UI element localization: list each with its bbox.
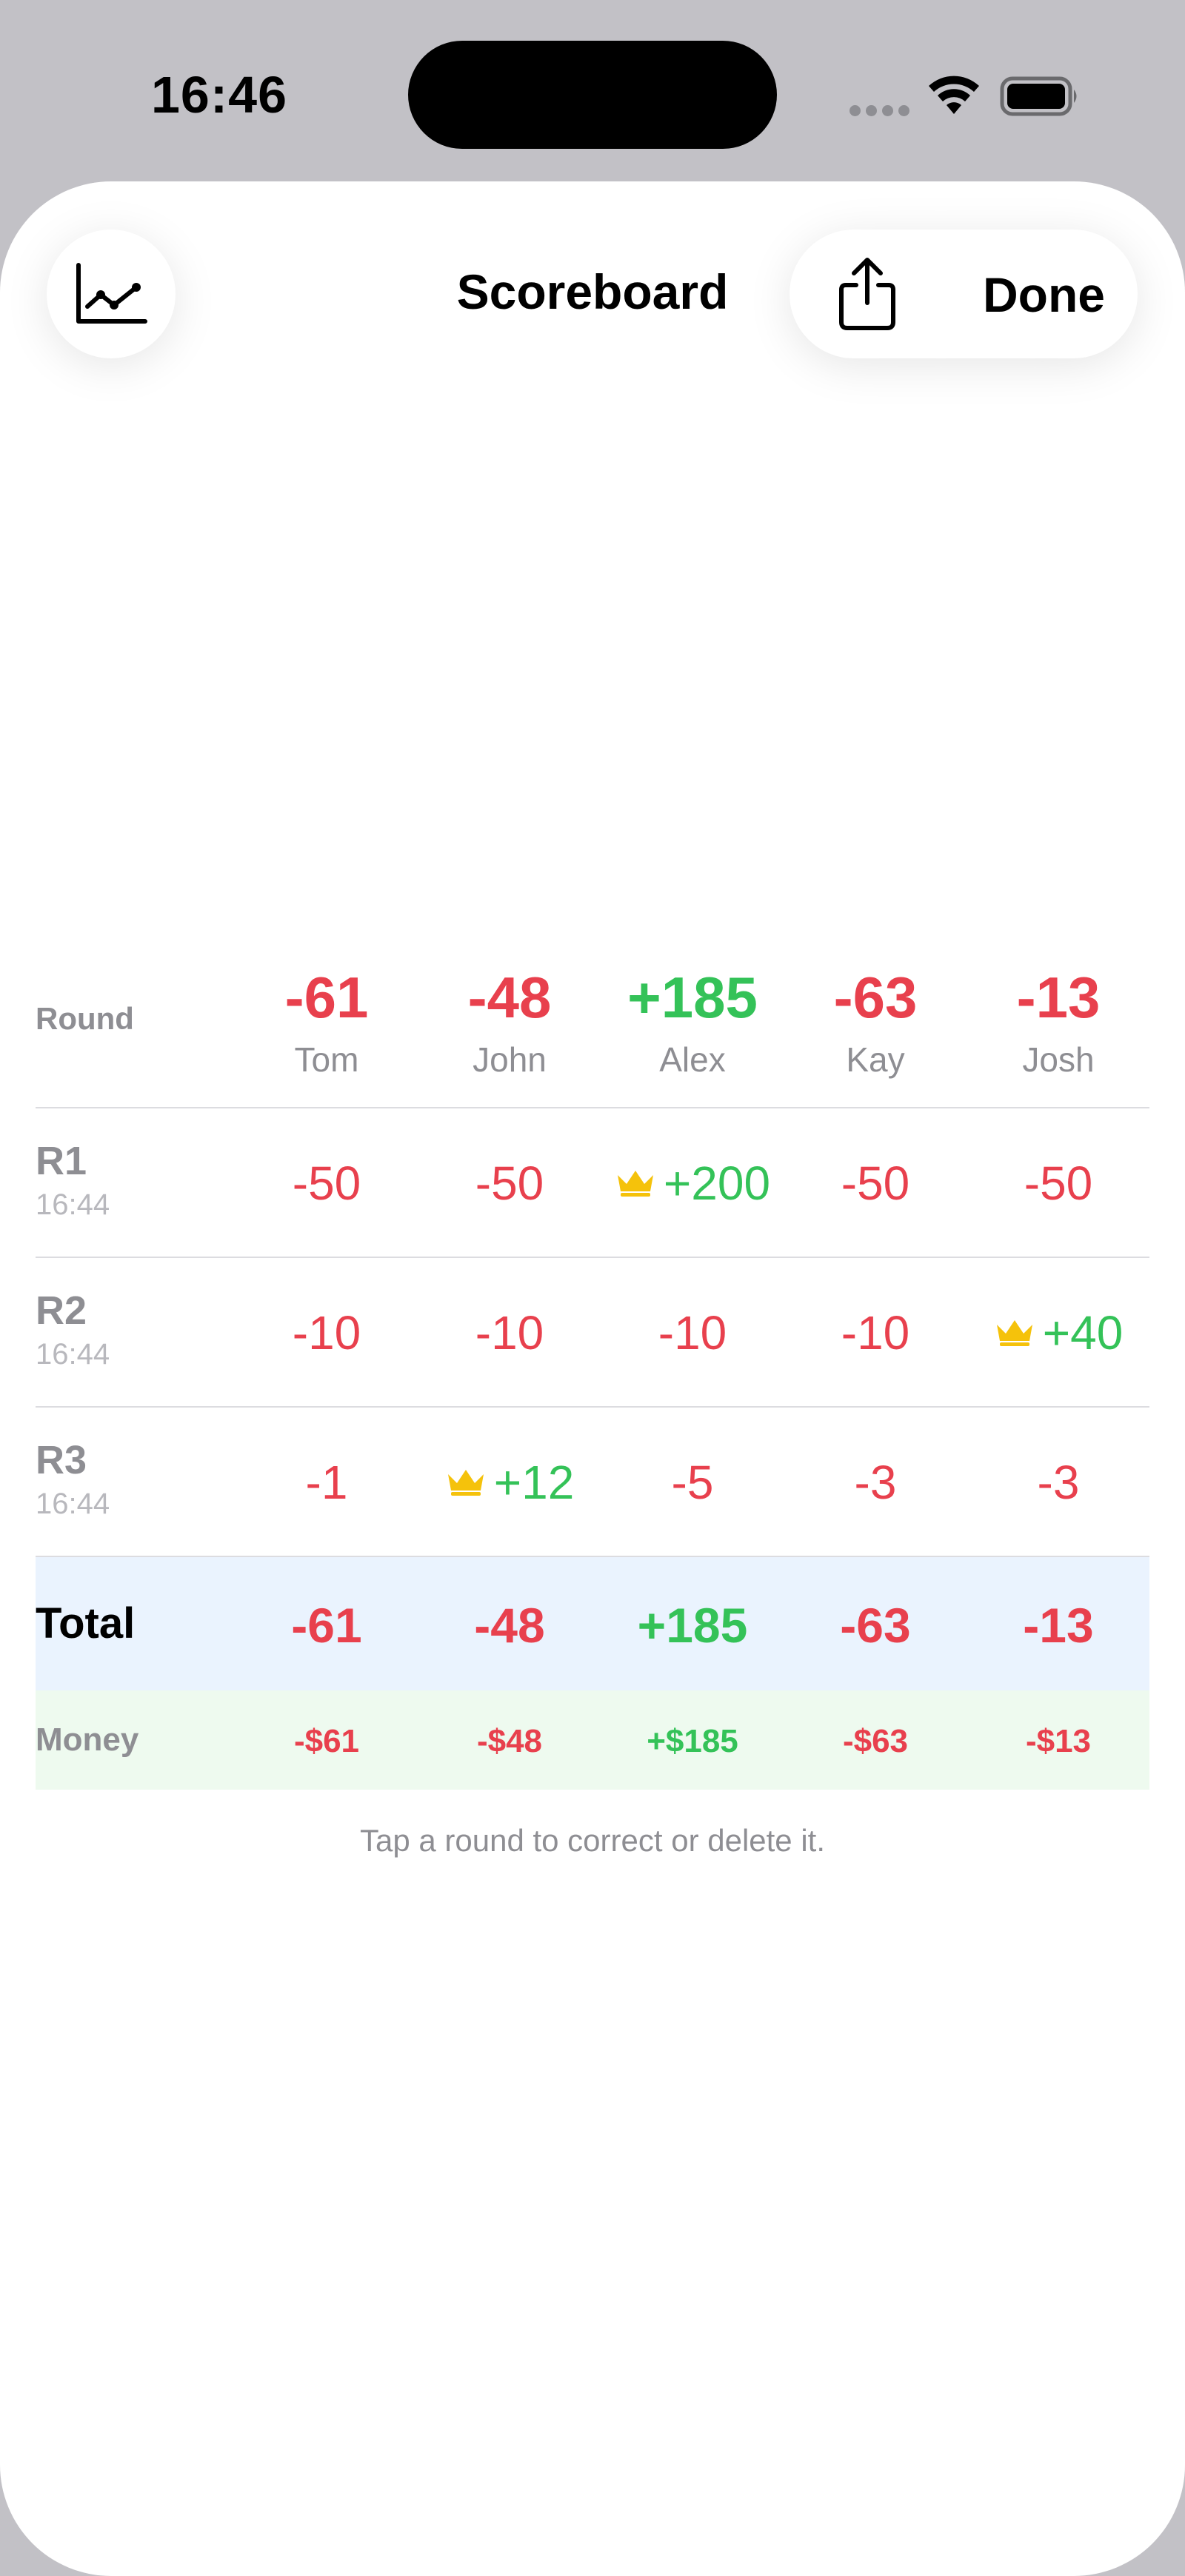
header-row: Round -61 Tom -48 John +185 Alex -63 Kay…: [36, 948, 1149, 1107]
money-value: -$13: [1025, 1723, 1092, 1759]
total-label: Total: [36, 1599, 136, 1647]
toolbar-pill: Done: [790, 230, 1138, 358]
round-score: -50: [841, 1157, 910, 1210]
round-name: R1: [36, 1139, 87, 1183]
player-name: Alex: [659, 1040, 726, 1079]
round-score: -5: [671, 1456, 714, 1509]
player-name: John: [473, 1040, 547, 1079]
status-bar: 16:46: [0, 0, 1185, 181]
round-score-value: +200: [663, 1157, 771, 1210]
round-name: R2: [36, 1288, 87, 1333]
battery-icon: [1000, 76, 1077, 116]
money-value: +$185: [647, 1723, 738, 1759]
money-row: Money -$61 -$48 +$185 -$63 -$13: [36, 1690, 1149, 1790]
money-value: -$63: [842, 1723, 909, 1759]
round-row[interactable]: R1 16:44 -50 -50 +200 -50 -50: [36, 1108, 1149, 1257]
total-value: -63: [840, 1598, 911, 1653]
cellular-signal-icon: [849, 105, 909, 116]
round-score-winner: +40: [940, 1305, 1177, 1360]
round-time: 16:44: [36, 1338, 110, 1371]
round-score-winner: +12: [391, 1455, 628, 1510]
round-row[interactable]: R2 16:44 -10 -10 -10 -10 +40: [36, 1258, 1149, 1406]
round-score-value: +12: [493, 1456, 575, 1509]
round-score-value: +40: [1042, 1306, 1124, 1359]
hint-text: Tap a round to correct or delete it.: [359, 1823, 825, 1858]
round-time: 16:44: [36, 1488, 110, 1520]
crown-icon: [617, 1171, 653, 1197]
player-name: Josh: [1022, 1040, 1095, 1079]
crown-icon: [996, 1320, 1032, 1347]
round-score: -50: [1024, 1157, 1093, 1210]
round-score: -10: [658, 1306, 727, 1359]
round-score-winner: +200: [574, 1156, 811, 1211]
round-score: -50: [292, 1157, 361, 1210]
share-icon: [839, 258, 895, 330]
share-button[interactable]: [819, 246, 915, 342]
player-total: -13: [1016, 965, 1101, 1030]
total-value: -48: [474, 1598, 545, 1653]
round-score: -10: [475, 1306, 544, 1359]
player-total: +185: [627, 965, 758, 1030]
player-total: -63: [833, 965, 918, 1030]
status-time: 16:46: [151, 66, 288, 124]
total-value: -13: [1023, 1598, 1094, 1653]
round-time: 16:44: [36, 1188, 110, 1221]
round-score: -1: [305, 1456, 348, 1509]
player-name: Kay: [846, 1040, 905, 1079]
score-table: Round -61 Tom -48 John +185 Alex -63 Kay…: [36, 948, 1149, 1790]
total-row: Total -61 -48 +185 -63 -13: [36, 1557, 1149, 1690]
money-value: -$48: [476, 1723, 543, 1759]
round-score: -50: [475, 1157, 544, 1210]
round-name: R3: [36, 1438, 87, 1482]
player-total: -61: [284, 965, 369, 1030]
wifi-icon: [929, 76, 979, 114]
money-label: Money: [36, 1722, 139, 1758]
done-button[interactable]: Done: [983, 267, 1105, 323]
crown-icon: [447, 1470, 484, 1496]
dynamic-island: [408, 41, 777, 149]
total-value: -61: [291, 1598, 362, 1653]
round-column-header: Round: [36, 1001, 134, 1036]
total-value: +185: [637, 1598, 748, 1653]
round-score: -10: [292, 1306, 361, 1359]
player-name: Tom: [294, 1040, 359, 1079]
round-score: -3: [854, 1456, 897, 1509]
round-row[interactable]: R3 16:44 -1 +12 -5 -3 -3: [36, 1408, 1149, 1556]
round-score: -3: [1037, 1456, 1080, 1509]
money-value: -$61: [293, 1723, 360, 1759]
player-total: -48: [467, 965, 552, 1030]
round-score: -10: [841, 1306, 910, 1359]
